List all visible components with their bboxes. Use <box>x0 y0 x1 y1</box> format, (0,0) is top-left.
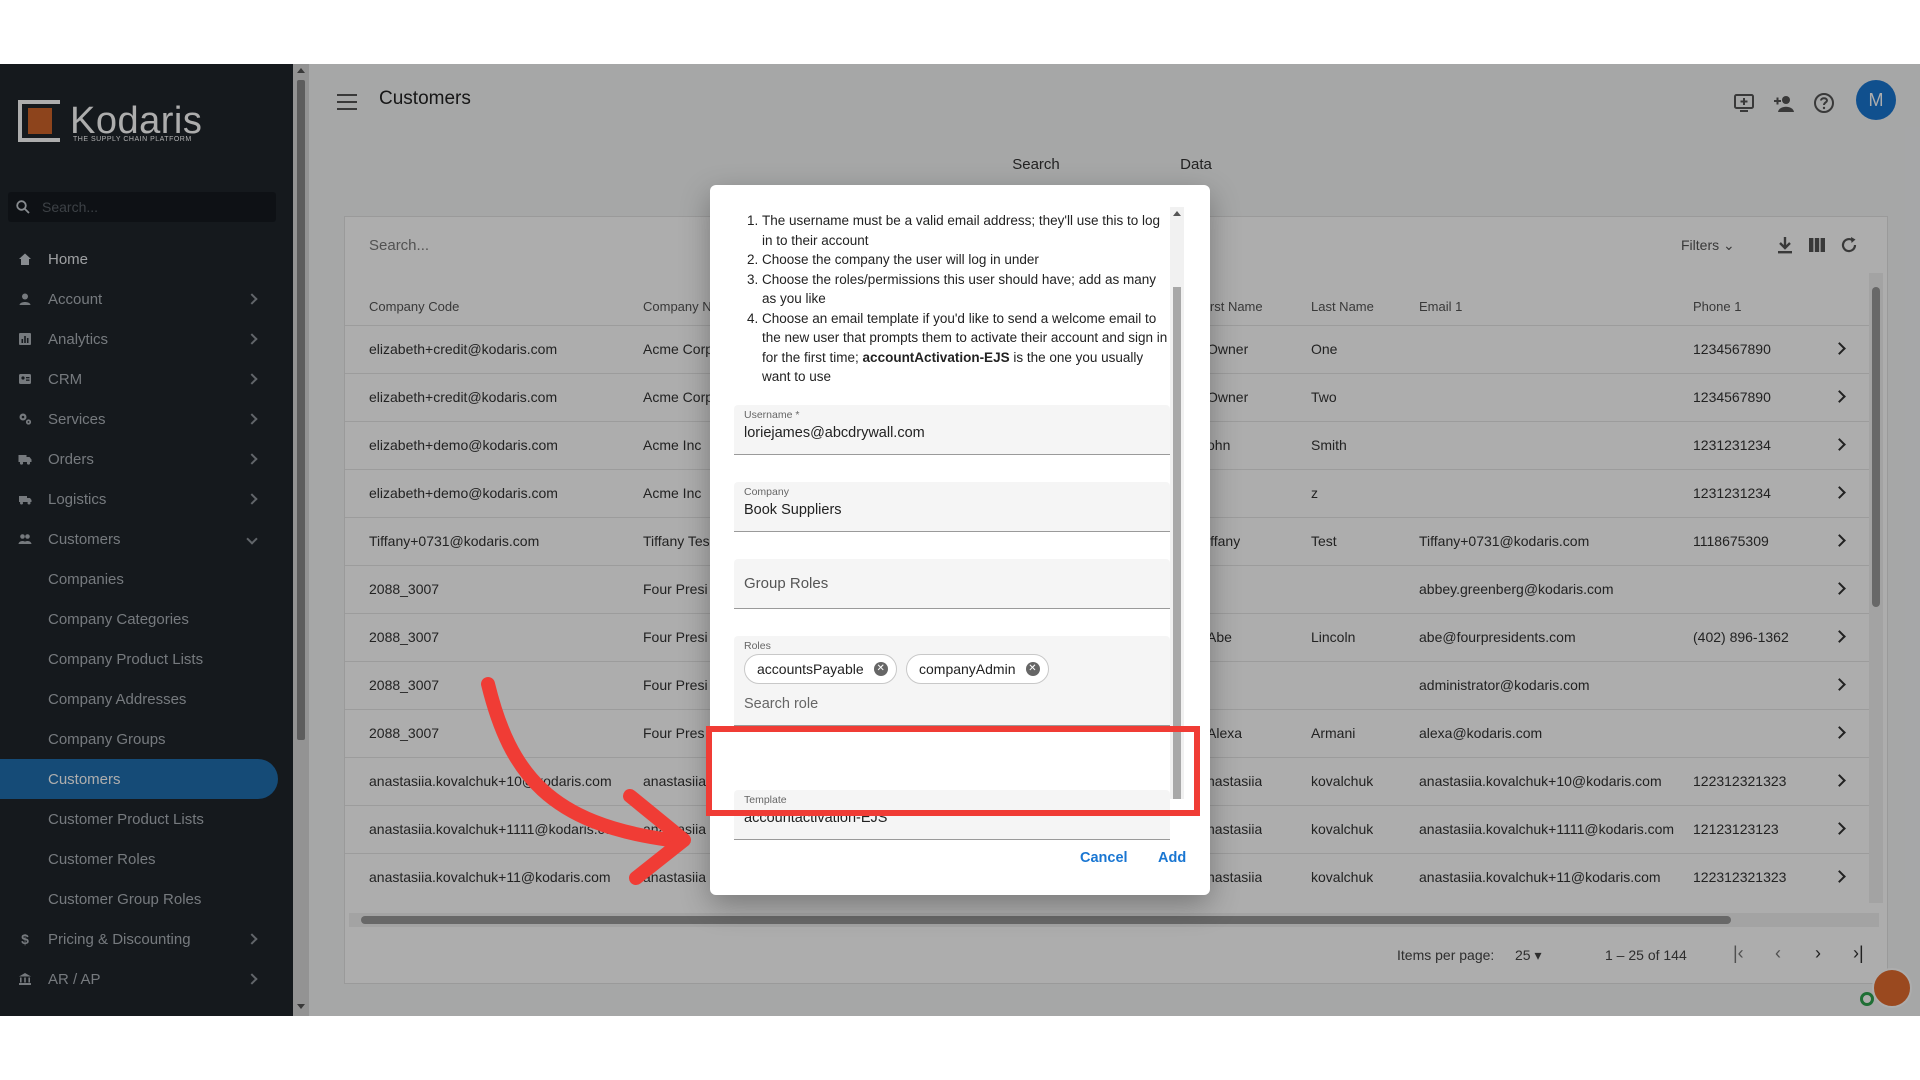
role-chip-accounts-payable[interactable]: accountsPayable ✕ <box>744 654 897 684</box>
dialog-scroll-thumb[interactable] <box>1173 287 1181 799</box>
chip-label: accountsPayable <box>757 661 864 677</box>
username-value: loriejames@abcdrywall.com <box>744 425 925 441</box>
remove-chip-icon[interactable]: ✕ <box>1025 662 1040 676</box>
company-label: Company <box>744 486 789 498</box>
roles-label: Roles <box>744 640 771 652</box>
annotation-arrow-icon <box>481 677 691 885</box>
username-label: Username * <box>744 409 800 421</box>
add-button[interactable]: Add <box>1158 850 1186 866</box>
instruction-item: Choose an email template if you'd like t… <box>762 309 1170 387</box>
username-field[interactable]: Username * loriejames@abcdrywall.com <box>734 405 1170 455</box>
template-name-bold: accountActivation-EJS <box>862 349 1010 365</box>
instruction-item: The username must be a valid email addre… <box>762 211 1170 250</box>
chip-label: companyAdmin <box>919 661 1016 677</box>
company-value: Book Suppliers <box>744 502 842 518</box>
company-field[interactable]: Company Book Suppliers <box>734 482 1170 532</box>
instruction-item: Choose the company the user will log in … <box>762 250 1170 270</box>
group-roles-placeholder: Group Roles <box>744 575 829 592</box>
role-chip-company-admin[interactable]: companyAdmin ✕ <box>906 654 1049 684</box>
dialog-scrollbar[interactable] <box>1170 207 1184 799</box>
instructions: The username must be a valid email addre… <box>740 211 1170 387</box>
instruction-item: Choose the roles/permissions this user s… <box>762 270 1170 309</box>
remove-chip-icon[interactable]: ✕ <box>873 662 888 676</box>
roles-search-input[interactable]: Search role <box>744 696 818 712</box>
cancel-button[interactable]: Cancel <box>1080 850 1128 866</box>
roles-field[interactable]: Roles accountsPayable ✕ companyAdmin ✕ Sea… <box>734 636 1170 726</box>
group-roles-field[interactable]: Group Roles <box>734 559 1170 609</box>
annotation-highlight-box <box>706 726 1200 816</box>
app-window: Kodaris THE SUPPLY CHAIN PLATFORM Search… <box>0 64 1920 1016</box>
scroll-up-icon[interactable] <box>1173 211 1181 216</box>
